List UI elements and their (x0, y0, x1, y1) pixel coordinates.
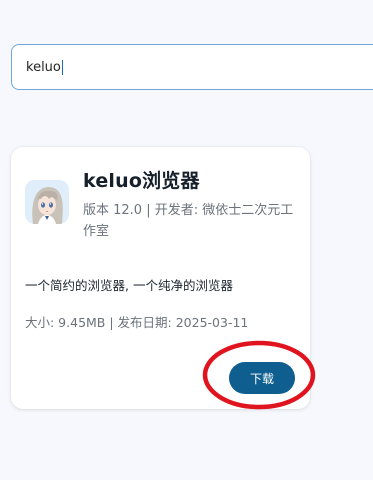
download-button[interactable]: 下载 (229, 362, 295, 394)
app-size-date: 大小: 9.45MB | 发布日期: 2025-03-11 (25, 315, 249, 330)
app-description: 一个简约的浏览器, 一个纯净的浏览器 (25, 278, 233, 293)
search-input-value: keluo (26, 59, 61, 75)
search-input[interactable]: keluo (11, 44, 373, 90)
app-name: keluo浏览器 (83, 170, 200, 192)
app-result-card[interactable]: keluo浏览器 版本 12.0 | 开发者: 微依士二次元工作室 一个简约的浏… (11, 147, 310, 409)
top-bar (0, 0, 373, 28)
anime-character-icon (25, 180, 69, 224)
app-version-developer: 版本 12.0 | 开发者: 微依士二次元工作室 (83, 203, 294, 239)
text-caret (61, 59, 63, 75)
